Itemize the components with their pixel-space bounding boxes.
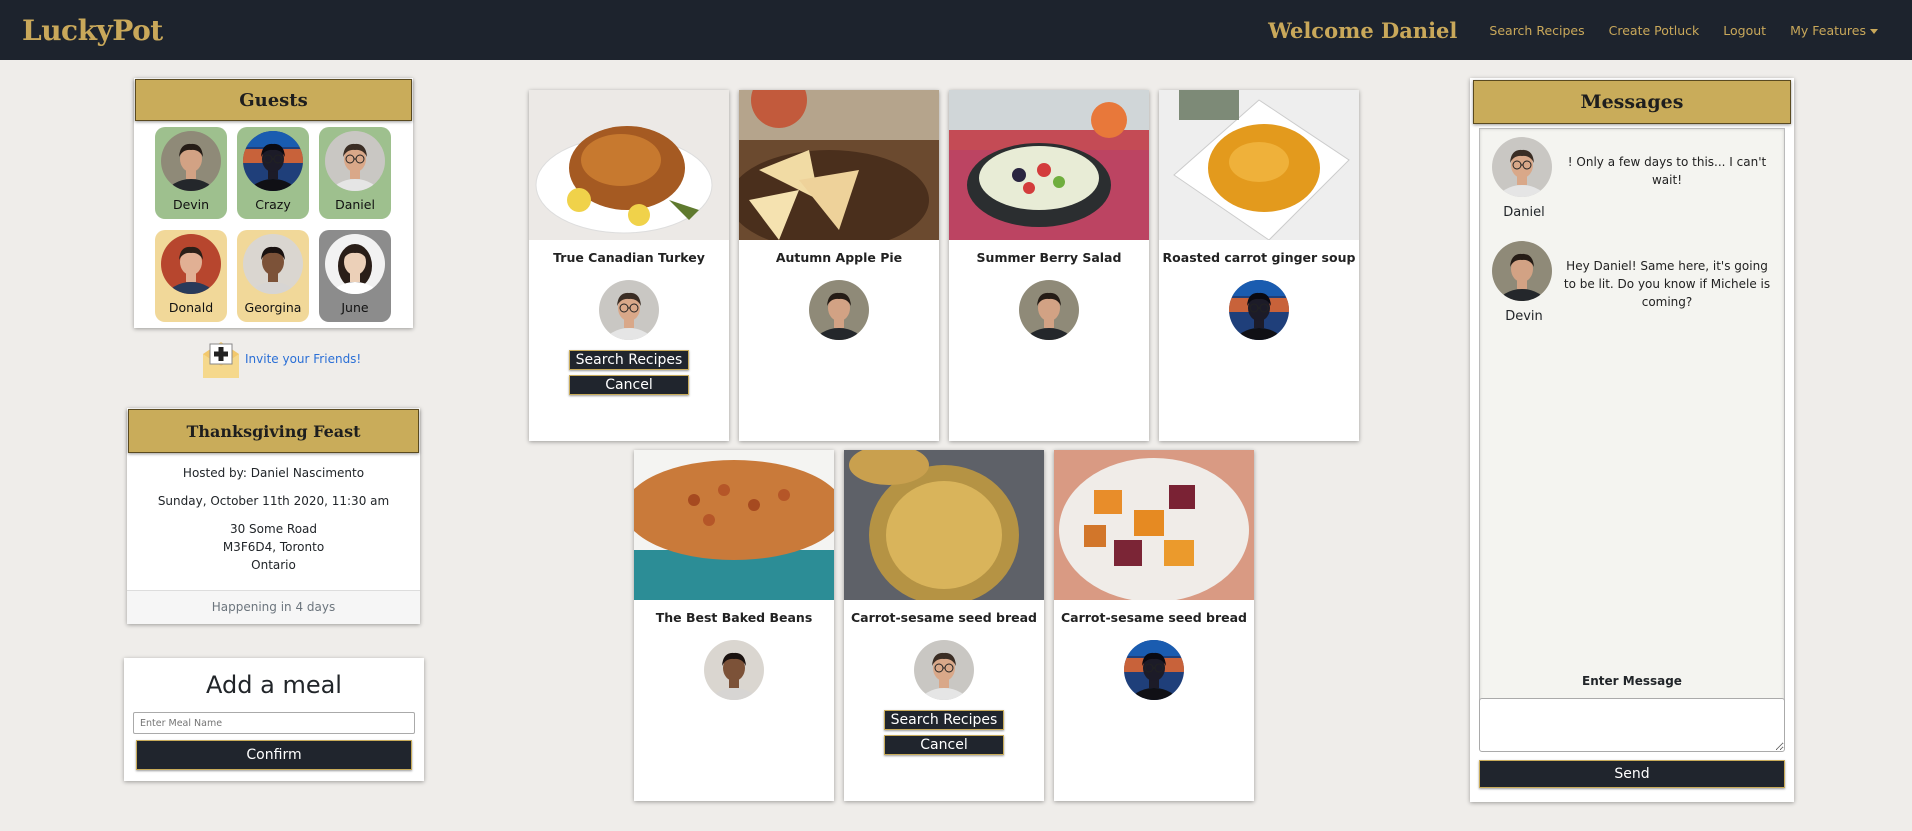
contributor-avatar bbox=[704, 640, 764, 700]
invite-label: Invite your Friends! bbox=[245, 352, 362, 366]
envelope-plus-icon bbox=[200, 338, 242, 380]
event-address-line3: Ontario bbox=[251, 558, 296, 572]
enter-message-label: Enter Message bbox=[1582, 674, 1682, 688]
avatar bbox=[1492, 241, 1552, 301]
guests-title: Guests bbox=[239, 89, 308, 111]
guest-donald[interactable]: Donald bbox=[155, 230, 227, 322]
contributor-avatar bbox=[1229, 280, 1289, 340]
avatar bbox=[243, 131, 303, 191]
contributor-avatar bbox=[1124, 640, 1184, 700]
meal-title: Summer Berry Salad bbox=[976, 250, 1122, 265]
meal-photo bbox=[529, 90, 729, 240]
nav-my-features-label: My Features bbox=[1790, 22, 1866, 38]
welcome-text: Welcome Daniel bbox=[1268, 17, 1458, 43]
guest-daniel[interactable]: Daniel bbox=[319, 127, 391, 219]
meal-card: The Best Baked Beans bbox=[634, 450, 834, 801]
event-date: Sunday, October 11th 2020, 11:30 am bbox=[157, 494, 390, 508]
message-input[interactable] bbox=[1479, 698, 1785, 752]
nav-search-recipes[interactable]: Search Recipes bbox=[1489, 23, 1584, 38]
guest-name: Donald bbox=[168, 300, 214, 315]
confirm-button[interactable]: Confirm bbox=[136, 740, 412, 770]
brand-logo[interactable]: LuckyPot bbox=[22, 14, 163, 47]
messages-title: Messages bbox=[1580, 91, 1684, 113]
guest-name: Crazy bbox=[255, 197, 291, 212]
cancel-button[interactable]: Cancel bbox=[569, 375, 689, 395]
nav-my-features[interactable]: My Features bbox=[1790, 23, 1878, 38]
top-navbar: LuckyPot Welcome Daniel Search Recipes C… bbox=[0, 0, 1912, 60]
avatar bbox=[243, 234, 303, 294]
message-text: Hey Daniel! Same here, it's going to be … bbox=[1563, 259, 1771, 309]
guest-name: Devin bbox=[172, 197, 210, 212]
avatar bbox=[1492, 137, 1552, 197]
guests-panel: Guests Devin Crazy Daniel Donald Georgina Jun… bbox=[134, 78, 413, 328]
send-button[interactable]: Send bbox=[1479, 760, 1785, 788]
meal-title: Roasted carrot ginger soup bbox=[1162, 250, 1356, 265]
messages-panel: Messages Daniel ! Only a few days to this… bbox=[1470, 78, 1794, 802]
meal-card: Roasted carrot ginger soup bbox=[1159, 90, 1359, 441]
contributor-avatar bbox=[599, 280, 659, 340]
message-author: Daniel bbox=[1503, 205, 1545, 220]
meal-card: Summer Berry Salad bbox=[949, 90, 1149, 441]
avatar bbox=[325, 234, 385, 294]
meal-photo bbox=[949, 90, 1149, 240]
meal-title: Carrot-sesame seed bread bbox=[850, 610, 1037, 625]
event-header: Thanksgiving Feast bbox=[128, 409, 419, 453]
guest-georgina[interactable]: Georgina bbox=[237, 230, 309, 322]
contributor-avatar bbox=[809, 280, 869, 340]
avatar bbox=[161, 131, 221, 191]
guest-name: Georgina bbox=[244, 300, 302, 315]
message-item: Daniel ! Only a few days to this... I can… bbox=[1492, 137, 1772, 220]
invite-friends-link[interactable]: Invite your Friends! bbox=[200, 338, 361, 380]
event-host: Hosted by: Daniel Nascimento bbox=[182, 466, 365, 480]
meal-photo bbox=[739, 90, 939, 240]
meal-photo bbox=[1054, 450, 1254, 600]
meal-title: Autumn Apple Pie bbox=[775, 250, 903, 265]
meal-name-input[interactable] bbox=[133, 712, 415, 734]
meal-card: Carrot-sesame seed bread Search Recipes Ca… bbox=[844, 450, 1044, 801]
event-footer: Happening in 4 days bbox=[127, 590, 420, 624]
search-recipes-button[interactable]: Search Recipes bbox=[569, 350, 689, 370]
meal-photo bbox=[1159, 90, 1359, 240]
nav-logout[interactable]: Logout bbox=[1723, 23, 1766, 38]
search-recipes-button[interactable]: Search Recipes bbox=[884, 710, 1004, 730]
meal-card: Carrot-sesame seed bread bbox=[1054, 450, 1254, 801]
event-countdown: Happening in 4 days bbox=[211, 600, 336, 614]
guest-june[interactable]: June bbox=[319, 230, 391, 322]
message-item: Devin Hey Daniel! Same here, it's going t… bbox=[1492, 241, 1772, 324]
contributor-avatar bbox=[1019, 280, 1079, 340]
avatar bbox=[161, 234, 221, 294]
add-meal-title: Add a meal bbox=[206, 671, 342, 699]
guest-name: June bbox=[341, 300, 369, 315]
add-meal-panel: Add a meal Confirm bbox=[124, 658, 424, 781]
cancel-button[interactable]: Cancel bbox=[884, 735, 1004, 755]
chevron-down-icon bbox=[1870, 28, 1878, 34]
guests-header: Guests bbox=[135, 79, 412, 121]
event-address-line1: 30 Some Road bbox=[229, 522, 318, 536]
nav-create-potluck[interactable]: Create Potluck bbox=[1609, 23, 1700, 38]
guest-name: Daniel bbox=[335, 197, 375, 212]
event-panel: Thanksgiving Feast Hosted by: Daniel Nas… bbox=[127, 408, 420, 624]
meal-photo bbox=[844, 450, 1044, 600]
nav-right: Welcome Daniel Search Recipes Create Pot… bbox=[1268, 18, 1890, 43]
meal-photo bbox=[634, 450, 834, 600]
meal-card: True Canadian Turkey Search Recipes Cancel bbox=[529, 90, 729, 441]
message-author: Devin bbox=[1505, 309, 1543, 324]
messages-header: Messages bbox=[1473, 80, 1791, 124]
contributor-avatar bbox=[914, 640, 974, 700]
meal-title: True Canadian Turkey bbox=[553, 250, 705, 265]
meal-card: Autumn Apple Pie bbox=[739, 90, 939, 441]
meal-title: The Best Baked Beans bbox=[655, 610, 813, 625]
event-address-line2: M3F6D4, Toronto bbox=[222, 540, 325, 554]
meal-title: Carrot-sesame seed bread bbox=[1060, 610, 1247, 625]
messages-list[interactable]: Daniel ! Only a few days to this... I can… bbox=[1479, 128, 1785, 712]
guest-devin[interactable]: Devin bbox=[155, 127, 227, 219]
event-title: Thanksgiving Feast bbox=[186, 421, 361, 441]
avatar bbox=[325, 131, 385, 191]
message-text: ! Only a few days to this... I can't wai… bbox=[1567, 155, 1767, 187]
guest-crazy[interactable]: Crazy bbox=[237, 127, 309, 219]
